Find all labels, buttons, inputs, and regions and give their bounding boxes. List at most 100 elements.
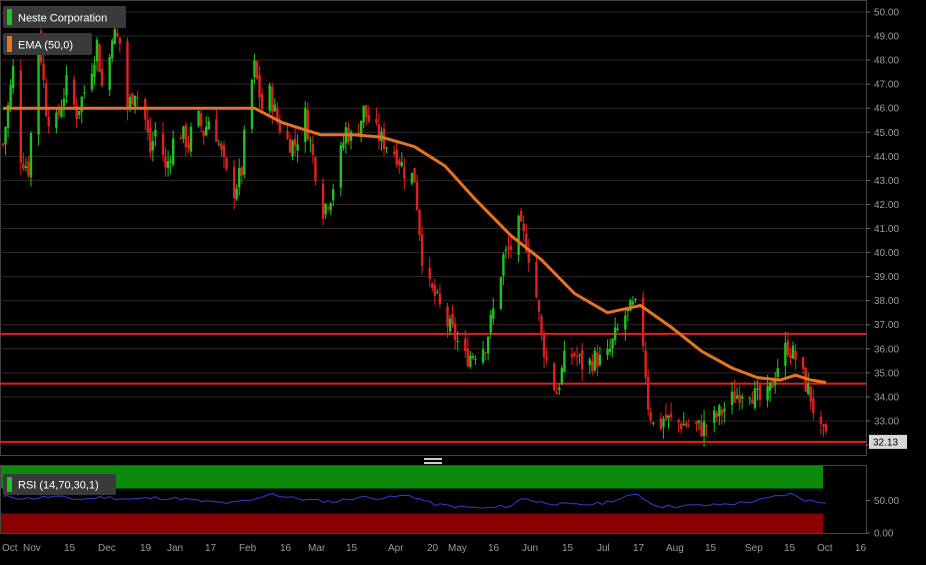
candle-body (748, 398, 751, 400)
candle-body (555, 392, 558, 395)
candle-body (451, 313, 454, 326)
candle-body (720, 410, 724, 415)
candle-body (507, 247, 510, 250)
candle-body (329, 203, 332, 211)
candle-body (502, 254, 505, 276)
legend-swatch (7, 9, 12, 25)
last-price-label: 32.13 (873, 437, 898, 448)
candle-body (220, 143, 223, 150)
candle-body (11, 66, 15, 89)
candle-body (537, 300, 541, 312)
candle-body (446, 306, 449, 327)
candle-body (207, 121, 210, 130)
candle-body (542, 334, 546, 358)
candle-body (309, 140, 312, 142)
legend-ema: EMA (50,0) (3, 33, 92, 55)
candle-body (296, 144, 299, 151)
candle-body (260, 93, 264, 110)
price-axis: 50.00 49.00 48.00 47.00 46.00 45.00 44.00 43.00… (866, 8, 899, 452)
candle-body (65, 74, 68, 96)
candle-body (464, 338, 467, 352)
candle-body (809, 386, 812, 402)
candle-body (238, 168, 241, 188)
x-tick-label: Nov (23, 543, 41, 554)
candle-body (730, 391, 734, 406)
candle-body (149, 127, 152, 153)
candle-body (215, 119, 218, 142)
x-tick-label: 16 (280, 543, 292, 554)
x-tick-label: 17 (205, 543, 217, 554)
x-tick-label: May (448, 543, 467, 554)
candle-body (723, 408, 726, 412)
candle-body (98, 44, 101, 73)
candle-body (271, 86, 274, 113)
candle-body (570, 354, 574, 358)
candle-body (801, 357, 805, 369)
candle-body (415, 181, 419, 210)
y-tick-label: 36.00 (874, 344, 899, 355)
candle-body (766, 386, 769, 401)
candle-body (824, 424, 828, 432)
candle-body (113, 28, 116, 45)
candle-body (367, 114, 370, 122)
candle-body (682, 423, 685, 426)
candle-body (702, 421, 706, 437)
candle-body (19, 70, 22, 164)
x-tick-label: 15 (705, 543, 717, 554)
candle-body (314, 157, 317, 182)
candle-body (189, 126, 193, 152)
candle-body (606, 348, 609, 355)
candle-body (306, 109, 310, 140)
candle-body (291, 140, 294, 157)
candle-body (258, 74, 261, 98)
candle-body (659, 417, 663, 430)
x-tick-label: Sep (745, 543, 763, 554)
rsi-y-tick-label: 50.00 (874, 496, 899, 507)
candle-body (332, 189, 335, 201)
y-tick-label: 37.00 (874, 320, 899, 331)
candle-body (166, 161, 170, 169)
candle-body (108, 57, 111, 91)
x-tick-label: Apr (388, 543, 404, 554)
y-tick-label: 42.00 (874, 200, 899, 211)
candle-body (735, 395, 739, 399)
candle-body (611, 338, 614, 349)
candle-body (375, 118, 378, 123)
candle-body (151, 141, 155, 151)
y-tick-label: 40.00 (874, 248, 899, 259)
x-tick-label: Jun (522, 543, 538, 554)
candle-body (613, 327, 617, 340)
legend-ema-label: EMA (50,0) (18, 40, 73, 52)
candle-body (634, 298, 637, 300)
candle-body (695, 421, 698, 424)
candle-body (649, 412, 652, 421)
candle-body (560, 367, 564, 384)
x-tick-label: 15 (562, 543, 574, 554)
candle-body (791, 345, 795, 359)
x-tick-label: 15 (346, 543, 358, 554)
candle-body (669, 413, 673, 418)
candle-body (187, 143, 190, 149)
candle-body (509, 245, 513, 250)
candle-body (646, 377, 650, 410)
candle-body (131, 93, 134, 105)
rsi-y-tick-label: 0.00 (874, 529, 894, 540)
candle-body (819, 416, 823, 424)
candle-body (812, 398, 815, 414)
candle-body (715, 413, 718, 418)
panel-resize-handle[interactable] (424, 458, 442, 464)
candle-body (578, 354, 581, 356)
candle-body (484, 352, 487, 354)
y-tick-label: 49.00 (874, 32, 899, 43)
candle-body (250, 79, 254, 129)
x-tick-label: Oct (817, 543, 833, 554)
candle-body (288, 138, 292, 153)
candle-body (776, 368, 779, 378)
rsi-axis: 50.00 0.00 (866, 496, 899, 540)
y-tick-label: 35.00 (874, 368, 899, 379)
candle-body (652, 422, 655, 424)
x-tick-label: Oct (2, 543, 18, 554)
candle-body (392, 151, 396, 155)
candle-body (100, 68, 104, 86)
candle-body (136, 96, 139, 99)
